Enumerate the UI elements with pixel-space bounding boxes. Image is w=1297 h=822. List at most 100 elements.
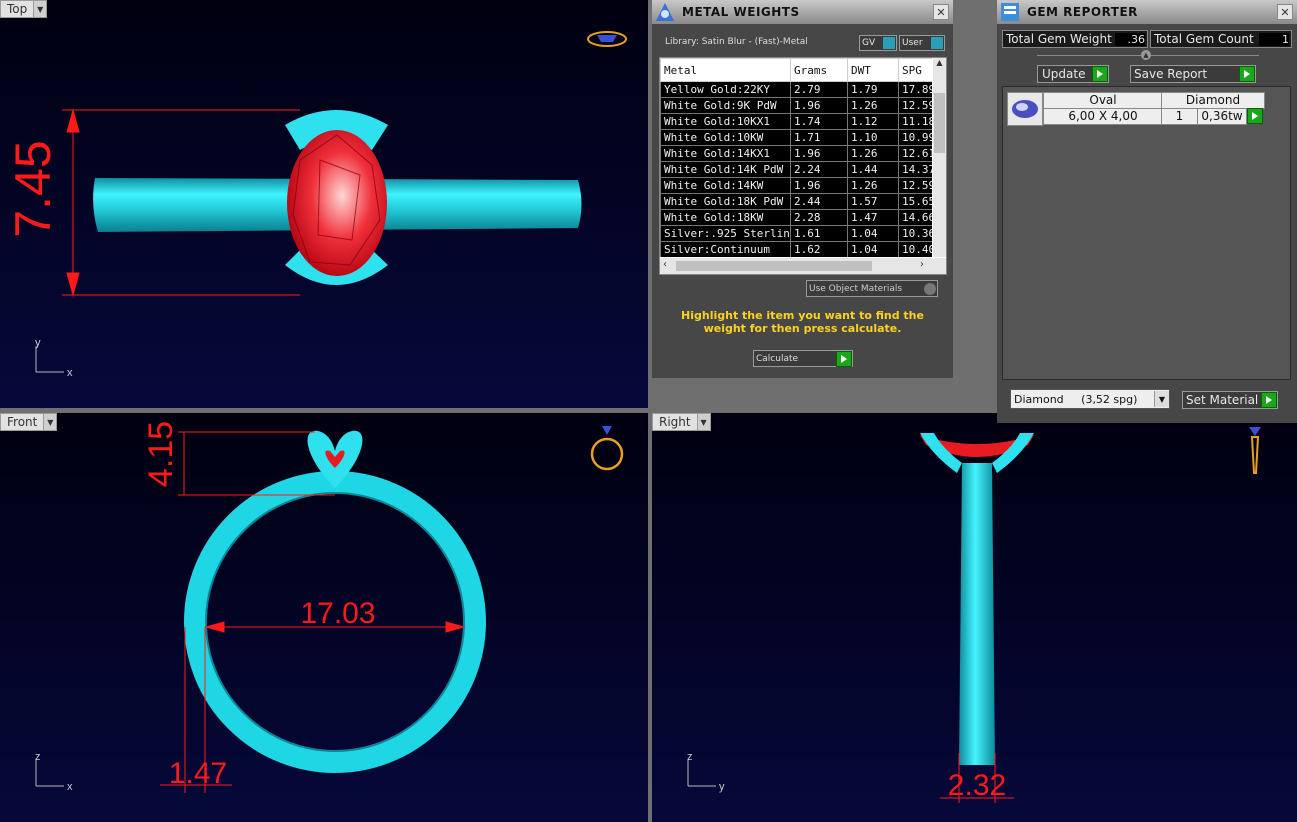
table-cell: 1.96: [790, 177, 848, 194]
dimension-1703-label: 17.03: [300, 597, 375, 630]
gem-count: 1: [1161, 108, 1198, 125]
column-header[interactable]: Metal: [660, 58, 791, 82]
table-cell: White Gold:18K PdW: [660, 193, 791, 210]
table-cell: Silver:Continuum: [660, 241, 791, 257]
oval-gem-icon: [1012, 100, 1038, 118]
save-report-button[interactable]: Save Report: [1130, 65, 1256, 83]
gem-list[interactable]: Oval Diamond 6,00 X 4,00 1 0,36tw: [1002, 86, 1291, 380]
gem-detail-button[interactable]: [1247, 108, 1263, 124]
table-cell: 14.66: [898, 209, 932, 226]
table-row[interactable]: White Gold:9K PdW 1.96 1.26 12.59: [660, 97, 932, 114]
scroll-right-icon[interactable]: ›: [920, 259, 924, 270]
gem-list-item[interactable]: Oval Diamond 6,00 X 4,00 1 0,36tw: [1007, 92, 1268, 126]
table-cell: 1.47: [847, 209, 899, 226]
scroll-left-icon[interactable]: ‹: [663, 259, 667, 270]
table-row[interactable]: White Gold:14K PdW 2.24 1.44 14.37: [660, 161, 932, 178]
chevron-down-icon[interactable]: ▼: [1154, 391, 1169, 407]
viewport-label: Front: [7, 415, 38, 429]
material-select[interactable]: Diamond (3,52 spg) ▼: [1010, 389, 1170, 409]
right-view-canvas: 2.32 z y: [687, 427, 1261, 803]
total-gem-weight-label: Total Gem Weight: [1006, 32, 1112, 46]
viewport-label: Top: [7, 2, 28, 16]
viewport-front[interactable]: 4.15 17.03 1.47 z x Front ▼: [0, 413, 648, 822]
table-row[interactable]: Silver:Continuum 1.62 1.04 10.40: [660, 241, 932, 257]
top-view-canvas: 7.45 y x: [5, 31, 627, 379]
total-gem-weight-value: .36: [1115, 32, 1145, 46]
table-cell: White Gold:14KX1: [660, 145, 791, 162]
chevron-down-icon[interactable]: ▼: [33, 1, 47, 17]
table-cell: 1.62: [790, 241, 848, 257]
chevron-down-icon[interactable]: ▼: [696, 414, 710, 430]
user-toggle[interactable]: User: [899, 35, 945, 51]
table-row[interactable]: Yellow Gold:22KY 2.79 1.79 17.89: [660, 81, 932, 98]
calculate-button[interactable]: Calculate: [753, 350, 853, 367]
set-material-button[interactable]: Set Material: [1182, 391, 1278, 409]
table-cell: 1.71: [790, 129, 848, 146]
scroll-thumb[interactable]: [676, 261, 872, 271]
close-icon[interactable]: ✕: [933, 4, 949, 20]
metal-weights-titlebar[interactable]: METAL WEIGHTS ✕: [652, 0, 953, 24]
update-button[interactable]: Update: [1037, 65, 1109, 83]
table-cell: 1.04: [847, 241, 899, 257]
play-icon: [1261, 392, 1277, 408]
table-row[interactable]: White Gold:14KX1 1.96 1.26 12.61: [660, 145, 932, 162]
metal-table-container[interactable]: Metal Grams DWT SPG Yellow Gold:22KY 2.79…: [659, 57, 947, 275]
axis-label-z: z: [35, 751, 41, 763]
close-icon[interactable]: ✕: [1277, 4, 1293, 20]
table-cell: 15.65: [898, 193, 932, 210]
ring-side-widget-icon[interactable]: [1249, 427, 1261, 474]
table-cell: 1.26: [847, 177, 899, 194]
table-row[interactable]: White Gold:14KW 1.96 1.26 12.59: [660, 177, 932, 194]
library-label: Library: Satin Blur - (Fast)-Metal: [665, 37, 808, 47]
gem-reporter-titlebar[interactable]: GEM REPORTER ✕: [997, 0, 1297, 24]
ring-widget-icon[interactable]: [590, 426, 624, 471]
dimension-147-label: 1.47: [169, 757, 227, 790]
table-row[interactable]: White Gold:18KW 2.28 1.47 14.66: [660, 209, 932, 226]
column-header[interactable]: Grams: [790, 58, 848, 82]
column-header[interactable]: SPG: [898, 58, 932, 82]
use-object-materials-label: Use Object Materials: [809, 283, 903, 294]
collapse-icon[interactable]: ▲: [1141, 50, 1151, 60]
ring-shank-side: [959, 463, 995, 765]
table-cell: 12.59: [898, 97, 932, 114]
table-row[interactable]: White Gold:10KW 1.71 1.10 10.99: [660, 129, 932, 146]
material-select-value: Diamond (3,52 spg): [1014, 392, 1138, 406]
axis-label-x: x: [67, 367, 73, 379]
dimension-415-label: 4.15: [142, 421, 180, 487]
panel-title: GEM REPORTER: [1027, 5, 1138, 19]
table-cell: White Gold:14KW: [660, 177, 791, 194]
table-cell: 1.10: [847, 129, 899, 146]
horizontal-scrollbar[interactable]: ‹ ›: [660, 258, 946, 274]
table-row[interactable]: White Gold:10KX1 1.74 1.12 11.18: [660, 113, 932, 130]
table-cell: 1.96: [790, 97, 848, 114]
set-material-label: Set Material: [1186, 393, 1259, 407]
front-view-canvas: 4.15 17.03 1.47 z x: [35, 421, 624, 793]
chevron-down-icon[interactable]: ▼: [43, 414, 57, 430]
viewport-tab-top[interactable]: Top ▼: [0, 0, 48, 18]
column-header[interactable]: DWT: [847, 58, 899, 82]
scroll-up-icon[interactable]: ▲: [933, 58, 946, 71]
viewport-tab-right[interactable]: Right ▼: [652, 413, 711, 431]
axis-label-y: y: [35, 337, 41, 349]
gv-toggle[interactable]: GV: [859, 35, 897, 51]
table-row[interactable]: White Gold:18K PdW 2.44 1.57 15.65: [660, 193, 932, 210]
table-cell: White Gold:10KX1: [660, 113, 791, 130]
calculate-label: Calculate: [756, 353, 799, 364]
viewport-top[interactable]: 7.45 y x Top ▼: [0, 0, 648, 408]
table-cell: Yellow Gold:22KY: [660, 81, 791, 98]
table-row[interactable]: Silver:.925 Sterling 1.61 1.04 10.36: [660, 225, 932, 242]
table-cell: 2.28: [790, 209, 848, 226]
vertical-scrollbar[interactable]: ▲: [933, 58, 946, 257]
total-gem-count-value: 1: [1259, 32, 1289, 46]
table-cell: 1.12: [847, 113, 899, 130]
table-cell: White Gold:10KW: [660, 129, 791, 146]
table-cell: 1.61: [790, 225, 848, 242]
axis-indicator-right: [687, 760, 716, 787]
radio-icon: [924, 282, 936, 295]
scroll-thumb[interactable]: [934, 93, 945, 153]
table-cell: 14.37: [898, 161, 932, 178]
viewport-right[interactable]: 2.32 z y Right ▼: [652, 413, 1297, 822]
use-object-materials-toggle[interactable]: Use Object Materials: [806, 280, 938, 297]
view-widget-icon[interactable]: [587, 31, 627, 47]
viewport-tab-front[interactable]: Front ▼: [0, 413, 58, 431]
